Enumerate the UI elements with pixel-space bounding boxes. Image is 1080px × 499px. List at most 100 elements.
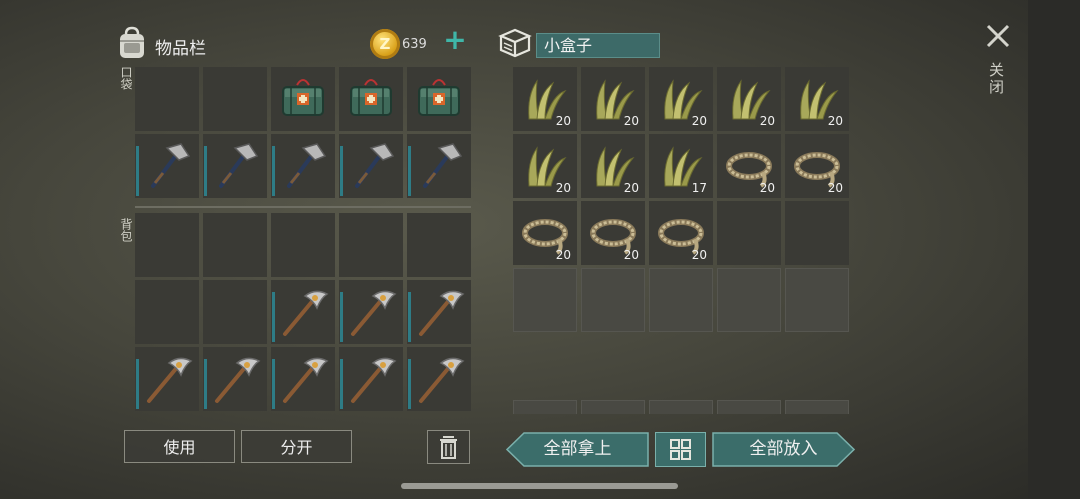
item-quantity: 20 bbox=[555, 114, 571, 128]
item-quantity: 20 bbox=[555, 181, 571, 195]
item-slot-rope[interactable]: 20 bbox=[717, 134, 781, 198]
pickaxe-icon bbox=[147, 357, 193, 403]
empty-slot[interactable] bbox=[649, 268, 713, 332]
item-slot-rope[interactable]: 20 bbox=[649, 201, 713, 265]
item-slot-rope[interactable]: 20 bbox=[513, 201, 577, 265]
empty-slot[interactable] bbox=[717, 268, 781, 332]
item-slot-pickaxe[interactable] bbox=[271, 347, 335, 411]
close-label[interactable]: 关闭 bbox=[987, 62, 1007, 96]
item-slot-pickaxe[interactable] bbox=[271, 280, 335, 344]
pocket-label: 口袋 bbox=[119, 66, 133, 90]
hatchet-icon bbox=[151, 143, 191, 188]
empty-slot[interactable] bbox=[785, 400, 849, 414]
item-slot-hatchet[interactable] bbox=[339, 134, 403, 198]
backpack-icon bbox=[120, 26, 144, 58]
item-slot-medkit[interactable] bbox=[339, 67, 403, 131]
item-quantity: 17 bbox=[691, 181, 707, 195]
item-slot-hatchet[interactable] bbox=[135, 134, 199, 198]
empty-slot[interactable] bbox=[785, 268, 849, 332]
item-slot-grass[interactable]: 20 bbox=[649, 67, 713, 131]
pickaxe-icon bbox=[283, 357, 329, 403]
pickaxe-icon bbox=[419, 357, 465, 403]
item-slot-pickaxe[interactable] bbox=[339, 280, 403, 344]
item-slot-hatchet[interactable] bbox=[203, 134, 267, 198]
pickaxe-icon bbox=[215, 357, 261, 403]
item-slot-rope[interactable]: 20 bbox=[581, 201, 645, 265]
medkit-icon bbox=[282, 79, 324, 116]
coin-icon: Z bbox=[370, 29, 400, 59]
section-divider bbox=[135, 206, 471, 208]
empty-slot[interactable] bbox=[271, 213, 335, 277]
item-slot-pickaxe[interactable] bbox=[135, 347, 199, 411]
item-slot-pickaxe[interactable] bbox=[203, 347, 267, 411]
item-quantity: 20 bbox=[827, 114, 843, 128]
plus-icon: + bbox=[443, 23, 467, 56]
pickaxe-icon bbox=[283, 290, 329, 336]
take-all-button[interactable]: 全部拿上 bbox=[506, 432, 649, 467]
add-coins-button[interactable]: + bbox=[443, 26, 467, 54]
item-slot-pickaxe[interactable] bbox=[407, 280, 471, 344]
empty-slot[interactable] bbox=[581, 268, 645, 332]
backpack-label: 背包 bbox=[119, 218, 133, 242]
item-quantity: 20 bbox=[555, 248, 571, 262]
empty-slot[interactable] bbox=[649, 400, 713, 414]
item-quantity: 20 bbox=[623, 114, 639, 128]
empty-slot[interactable] bbox=[407, 213, 471, 277]
empty-slot[interactable] bbox=[203, 280, 267, 344]
item-slot-hatchet[interactable] bbox=[407, 134, 471, 198]
item-slot-pickaxe[interactable] bbox=[339, 347, 403, 411]
item-slot-grass[interactable]: 20 bbox=[513, 134, 577, 198]
item-slot-grass[interactable]: 20 bbox=[513, 67, 577, 131]
use-button[interactable]: 使用 bbox=[124, 430, 235, 463]
item-slot-grass[interactable]: 20 bbox=[785, 67, 849, 131]
container-scroll-overflow bbox=[511, 400, 851, 414]
empty-slot[interactable] bbox=[203, 213, 267, 277]
trash-button[interactable] bbox=[427, 430, 470, 464]
medkit-icon bbox=[350, 79, 392, 116]
sort-grid-icon bbox=[670, 439, 691, 460]
empty-slot[interactable] bbox=[135, 280, 199, 344]
item-quantity: 20 bbox=[623, 181, 639, 195]
split-button[interactable]: 分开 bbox=[241, 430, 352, 463]
empty-slot[interactable] bbox=[135, 67, 199, 131]
empty-slot[interactable] bbox=[717, 201, 781, 265]
close-icon[interactable] bbox=[984, 22, 1012, 50]
container-name[interactable]: 小盒子 bbox=[536, 33, 660, 58]
empty-slot[interactable] bbox=[581, 400, 645, 414]
pickaxe-icon bbox=[351, 357, 397, 403]
item-slot-grass[interactable]: 17 bbox=[649, 134, 713, 198]
medkit-icon bbox=[418, 79, 460, 116]
item-slot-pickaxe[interactable] bbox=[407, 347, 471, 411]
sort-button[interactable] bbox=[655, 432, 706, 467]
empty-slot[interactable] bbox=[785, 201, 849, 265]
item-quantity: 20 bbox=[759, 181, 775, 195]
hatchet-icon bbox=[355, 143, 395, 188]
item-slot-grass[interactable]: 20 bbox=[581, 134, 645, 198]
item-slot-rope[interactable]: 20 bbox=[785, 134, 849, 198]
item-quantity: 20 bbox=[691, 114, 707, 128]
empty-slot[interactable] bbox=[717, 400, 781, 414]
item-slot-grass[interactable]: 20 bbox=[717, 67, 781, 131]
home-indicator bbox=[401, 483, 678, 489]
item-quantity: 20 bbox=[691, 248, 707, 262]
hatchet-icon bbox=[423, 143, 463, 188]
put-all-button[interactable]: 全部放入 bbox=[712, 432, 855, 467]
empty-slot[interactable] bbox=[135, 213, 199, 277]
inventory-title: 物品栏 bbox=[155, 39, 206, 59]
box-icon bbox=[498, 28, 532, 58]
hatchet-icon bbox=[287, 143, 327, 188]
trash-icon bbox=[440, 436, 457, 459]
item-quantity: 20 bbox=[827, 181, 843, 195]
empty-slot[interactable] bbox=[513, 400, 577, 414]
item-slot-grass[interactable]: 20 bbox=[581, 67, 645, 131]
item-slot-hatchet[interactable] bbox=[271, 134, 335, 198]
item-slot-medkit[interactable] bbox=[407, 67, 471, 131]
pickaxe-icon bbox=[351, 290, 397, 336]
empty-slot[interactable] bbox=[203, 67, 267, 131]
empty-slot[interactable] bbox=[339, 213, 403, 277]
empty-slot[interactable] bbox=[513, 268, 577, 332]
right-edge-panel bbox=[1028, 0, 1080, 499]
item-slot-medkit[interactable] bbox=[271, 67, 335, 131]
take-all-label: 全部拿上 bbox=[543, 439, 612, 459]
hatchet-icon bbox=[219, 143, 259, 188]
